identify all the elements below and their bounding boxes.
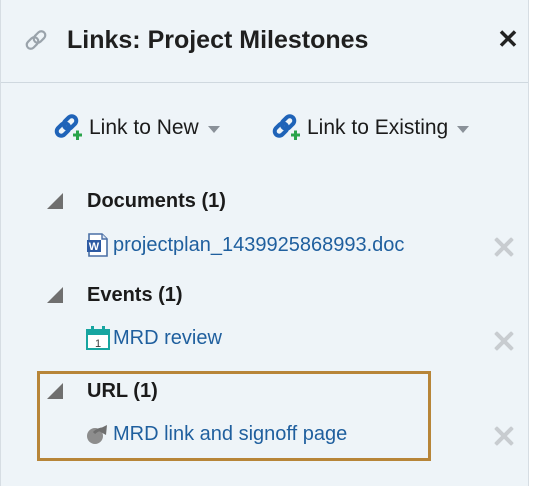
delete-icon[interactable] — [492, 425, 514, 447]
add-link-icon — [54, 114, 82, 140]
url-share-icon — [87, 425, 107, 444]
panel-header: Links: Project Milestones ✕ — [1, 0, 528, 83]
document-link[interactable]: projectplan_1439925868993.doc — [113, 234, 404, 257]
section-url[interactable]: URL (1) — [47, 376, 158, 406]
link-icon — [25, 30, 47, 50]
document-item: W projectplan_1439925868993.doc — [85, 230, 404, 260]
event-link[interactable]: MRD review — [113, 327, 222, 350]
section-events[interactable]: Events (1) — [47, 280, 183, 310]
word-doc-icon: W — [87, 233, 108, 257]
url-item: MRD link and signoff page — [85, 419, 347, 449]
link-to-new-label: Link to New — [89, 116, 199, 139]
calendar-day: 1 — [95, 338, 101, 350]
link-to-new-button[interactable]: Link to New — [53, 110, 220, 146]
link-to-existing-label: Link to Existing — [307, 116, 449, 139]
event-item: 1 MRD review — [85, 323, 222, 353]
delete-icon[interactable] — [492, 330, 514, 352]
chevron-down-icon[interactable] — [457, 126, 470, 133]
collapse-triangle-icon[interactable] — [47, 383, 63, 399]
chevron-down-icon[interactable] — [207, 126, 220, 133]
collapse-triangle-icon[interactable] — [47, 193, 63, 209]
section-documents-label: Documents (1) — [87, 189, 226, 212]
link-to-existing-button[interactable]: Link to Existing — [271, 110, 470, 146]
collapse-triangle-icon[interactable] — [47, 287, 63, 303]
section-documents[interactable]: Documents (1) — [47, 186, 226, 216]
links-panel: Links: Project Milestones ✕ Link to New — [0, 0, 529, 486]
section-events-label: Events (1) — [87, 283, 183, 306]
svg-text:W: W — [89, 241, 100, 253]
delete-icon[interactable] — [492, 236, 514, 258]
url-link[interactable]: MRD link and signoff page — [113, 423, 347, 446]
calendar-icon: 1 — [86, 326, 110, 350]
close-icon[interactable]: ✕ — [495, 24, 521, 54]
add-link-icon — [272, 114, 300, 140]
panel-title: Links: Project Milestones — [67, 26, 369, 54]
section-url-label: URL (1) — [87, 379, 158, 402]
